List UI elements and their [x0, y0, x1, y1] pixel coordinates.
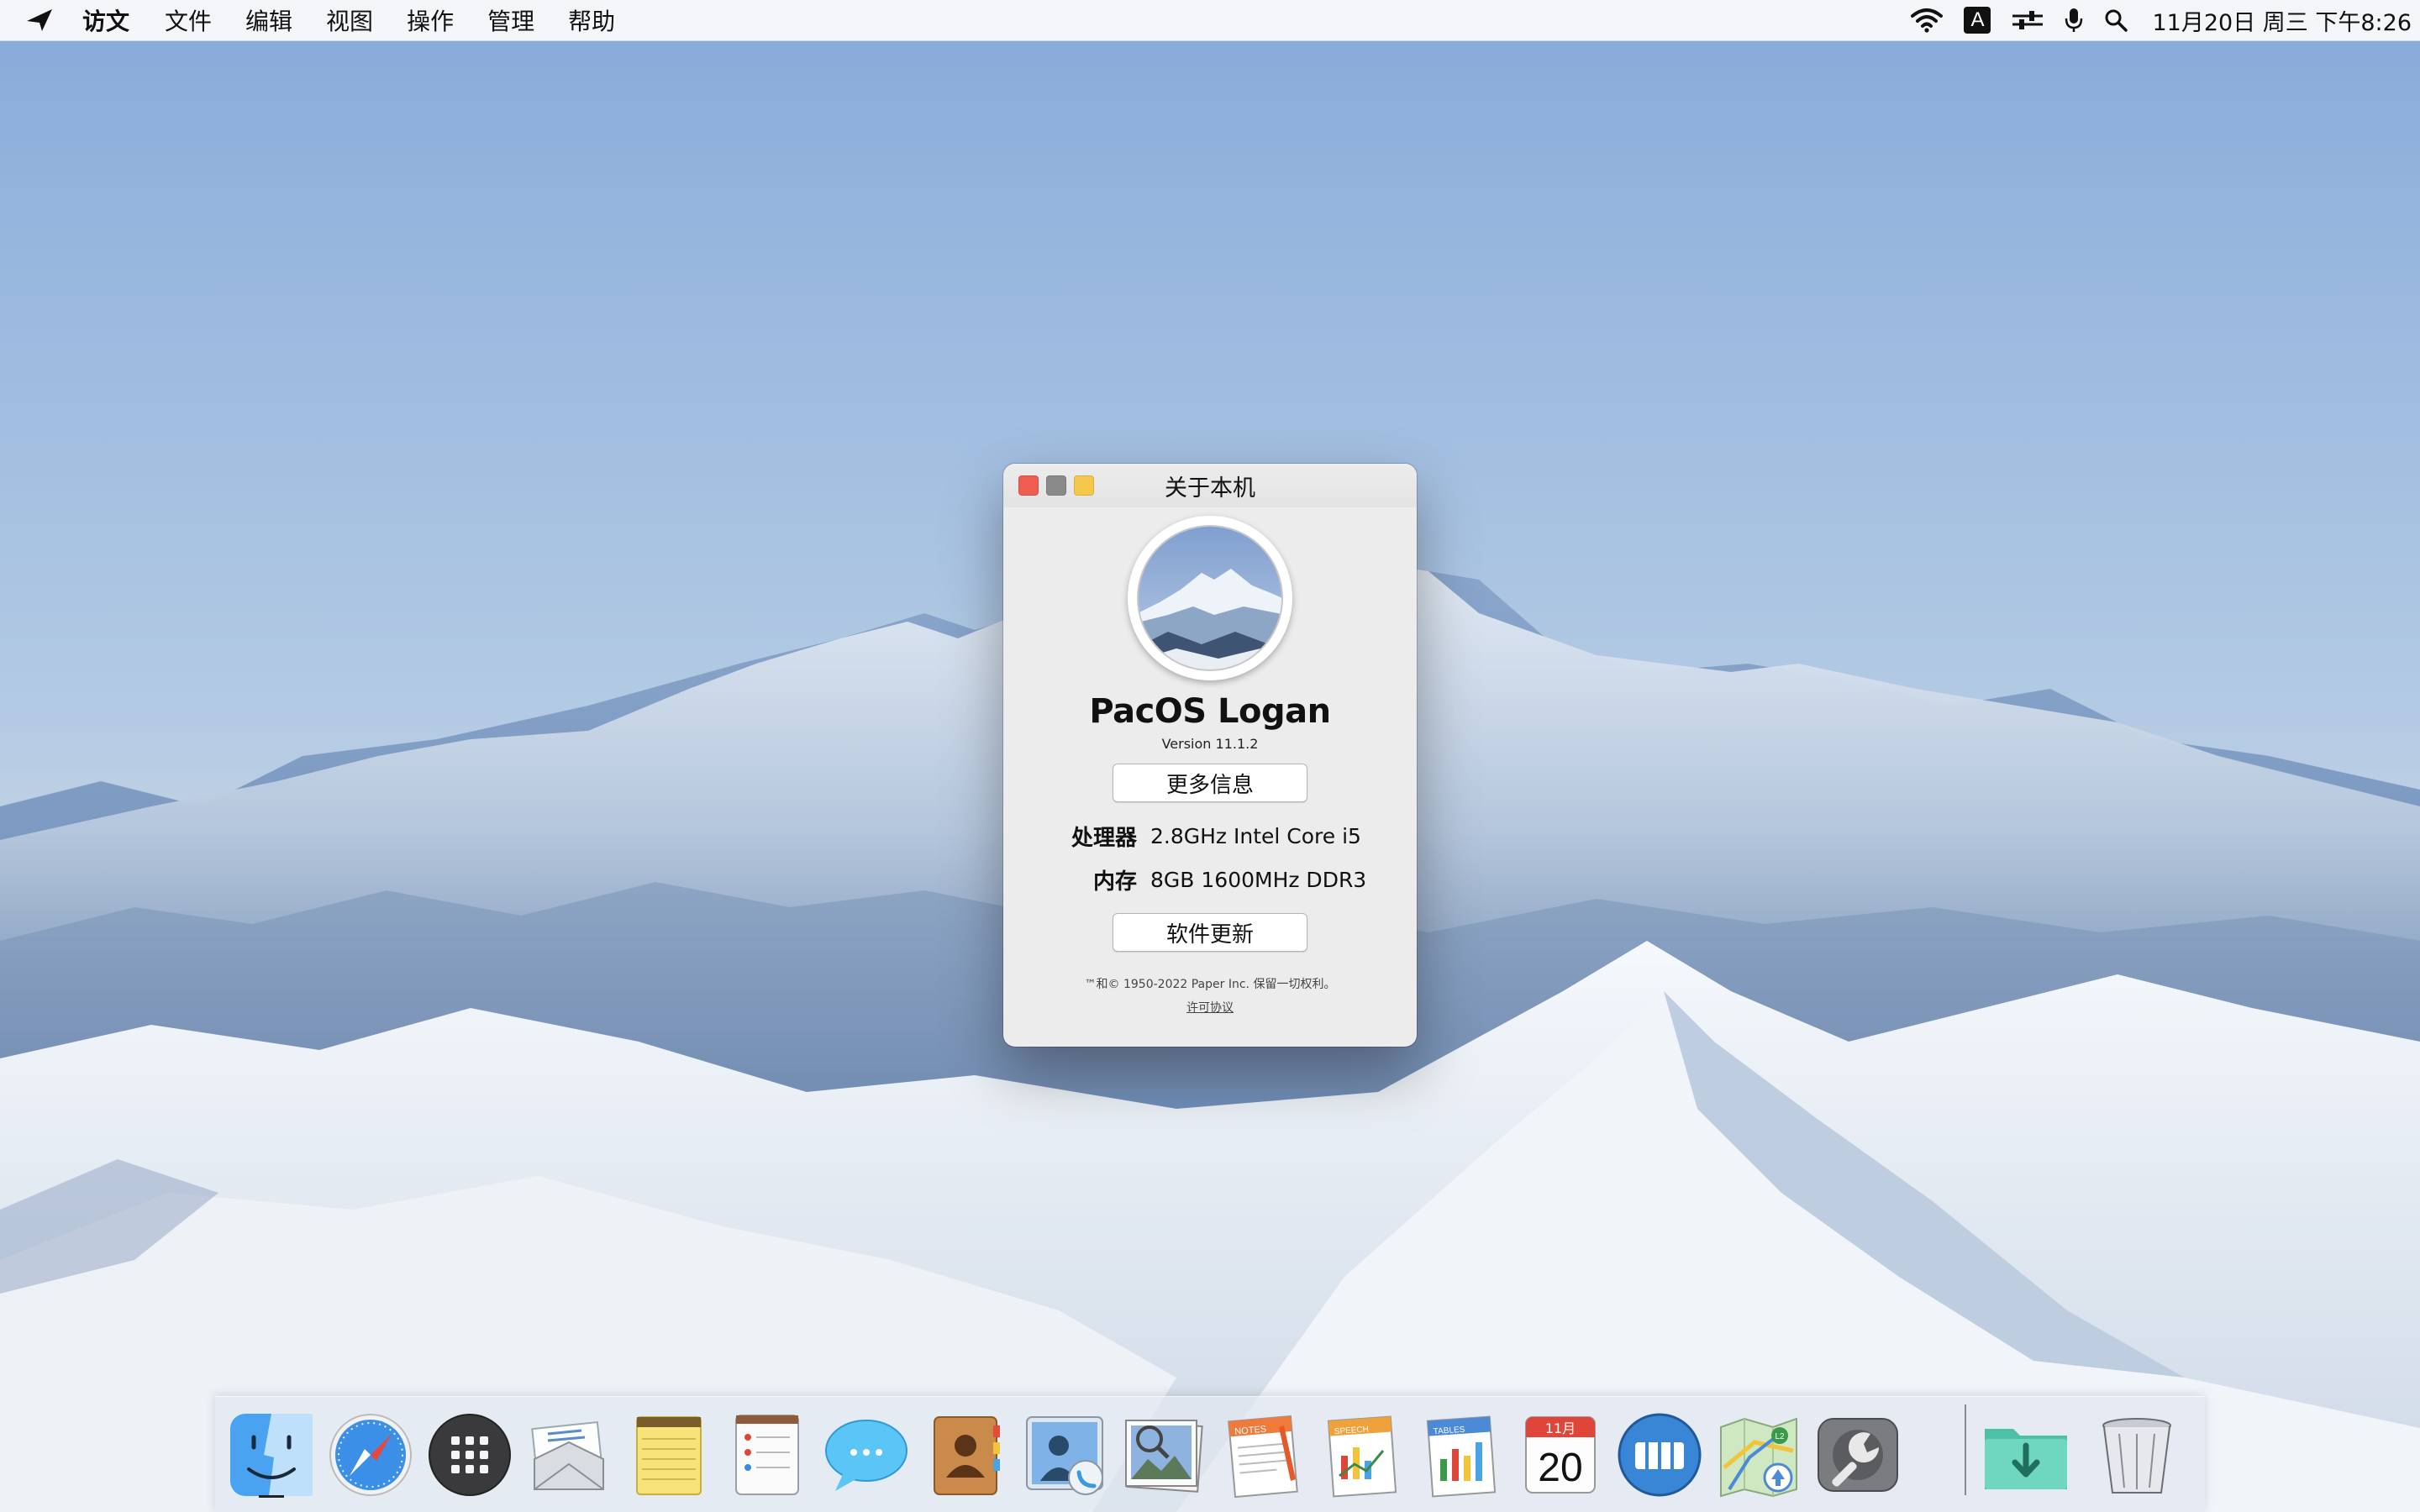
desktop: 访文 文件 编辑 视图 操作 管理 帮助 A 11月20日 周三 下午8:26 …	[0, 0, 2420, 1512]
about-this-mac-window: 关于本机 PacOS Logan Version 11.1.2 更多信息 处理器…	[1003, 464, 1417, 1047]
dock-separator	[1965, 1404, 1966, 1495]
menu-view[interactable]: 视图	[326, 3, 373, 37]
maps-icon[interactable]: L2	[1712, 1409, 1805, 1501]
trash-icon[interactable]	[2091, 1409, 2183, 1501]
safari-icon[interactable]	[324, 1409, 417, 1501]
spec-key-memory: 内存	[1092, 869, 1137, 895]
menu-manage[interactable]: 管理	[487, 3, 534, 37]
facetime-icon[interactable]	[1018, 1409, 1111, 1501]
copyright-text: ™和© 1950-2022 Paper Inc. 保留一切权利。	[1084, 978, 1336, 991]
menu-clock[interactable]: 11月20日 周三 下午8:26	[2152, 4, 2412, 37]
menu-help[interactable]: 帮助	[568, 3, 615, 37]
spec-key-processor: 处理器	[1071, 825, 1137, 851]
license-link[interactable]: 许可协议	[1003, 999, 1417, 1016]
calendar-icon[interactable]: 11月 20	[1514, 1409, 1607, 1501]
menu-app-name[interactable]: 访文	[82, 3, 129, 37]
finder-running-indicator	[259, 1495, 284, 1498]
calendar-month: 11月	[1545, 1420, 1576, 1436]
finder-icon[interactable]	[225, 1409, 318, 1501]
spec-value-memory: 8GB 1600MHz DDR3	[1150, 867, 1367, 892]
window-title: 关于本机	[1165, 475, 1255, 501]
notes-icon[interactable]	[622, 1409, 714, 1501]
mail-icon[interactable]	[523, 1409, 615, 1501]
window-controls	[1018, 475, 1094, 496]
input-method-icon[interactable]: A	[1964, 3, 1991, 37]
menu-bar: 访文 文件 编辑 视图 操作 管理 帮助 A 11月20日 周三 下午8:26	[0, 0, 2420, 41]
os-logo	[1128, 516, 1292, 680]
preview-icon[interactable]	[1118, 1409, 1210, 1501]
microphone-icon[interactable]	[2065, 3, 2083, 37]
status-area: A 11月20日 周三 下午8:26	[1910, 3, 2412, 37]
spec-row-memory: 内存 8GB 1600MHz DDR3	[1003, 858, 1417, 901]
more-info-button[interactable]: 更多信息	[1113, 764, 1307, 802]
zoom-button[interactable]	[1074, 475, 1094, 496]
mountain-logo-icon	[1137, 525, 1283, 671]
menu-actions[interactable]: 操作	[407, 3, 454, 37]
search-icon[interactable]	[2103, 3, 2128, 37]
contacts-icon[interactable]	[919, 1409, 1012, 1501]
input-method-label: A	[1964, 7, 1991, 34]
downloads-folder-icon[interactable]	[1980, 1409, 2072, 1501]
dock: NOTES SPEECH TABLES 11月 20 L2	[215, 1396, 2205, 1512]
system-preferences-icon[interactable]	[1812, 1409, 1904, 1501]
window-titlebar[interactable]: 关于本机	[1003, 464, 1417, 507]
numbers-icon[interactable]: TABLES	[1415, 1409, 1507, 1501]
specs-table: 处理器 2.8GHz Intel Core i5 内存 8GB 1600MHz …	[1003, 814, 1417, 901]
os-version: Version 11.1.2	[1161, 736, 1259, 752]
wifi-icon[interactable]	[1910, 3, 1944, 37]
messages-icon[interactable]	[820, 1409, 913, 1501]
spec-value-processor: 2.8GHz Intel Core i5	[1150, 823, 1361, 848]
menu-file[interactable]: 文件	[165, 3, 212, 37]
control-center-icon[interactable]	[2011, 3, 2044, 37]
os-name: PacOS Logan	[1089, 692, 1331, 731]
minimize-button[interactable]	[1046, 475, 1066, 496]
maps-badge: L2	[1775, 1432, 1785, 1441]
pages-icon[interactable]: NOTES	[1217, 1409, 1309, 1501]
calendar-day: 20	[1538, 1446, 1582, 1490]
menu-edit[interactable]: 编辑	[245, 3, 292, 37]
photo-booth-icon[interactable]	[1613, 1409, 1706, 1501]
apple-menu-icon[interactable]	[25, 6, 54, 34]
launchpad-icon[interactable]	[424, 1409, 516, 1501]
keynote-icon[interactable]: SPEECH	[1316, 1409, 1408, 1501]
close-button[interactable]	[1018, 475, 1039, 496]
reminders-icon[interactable]	[721, 1409, 813, 1501]
spec-row-processor: 处理器 2.8GHz Intel Core i5	[1003, 814, 1417, 858]
software-update-button[interactable]: 软件更新	[1113, 913, 1307, 952]
